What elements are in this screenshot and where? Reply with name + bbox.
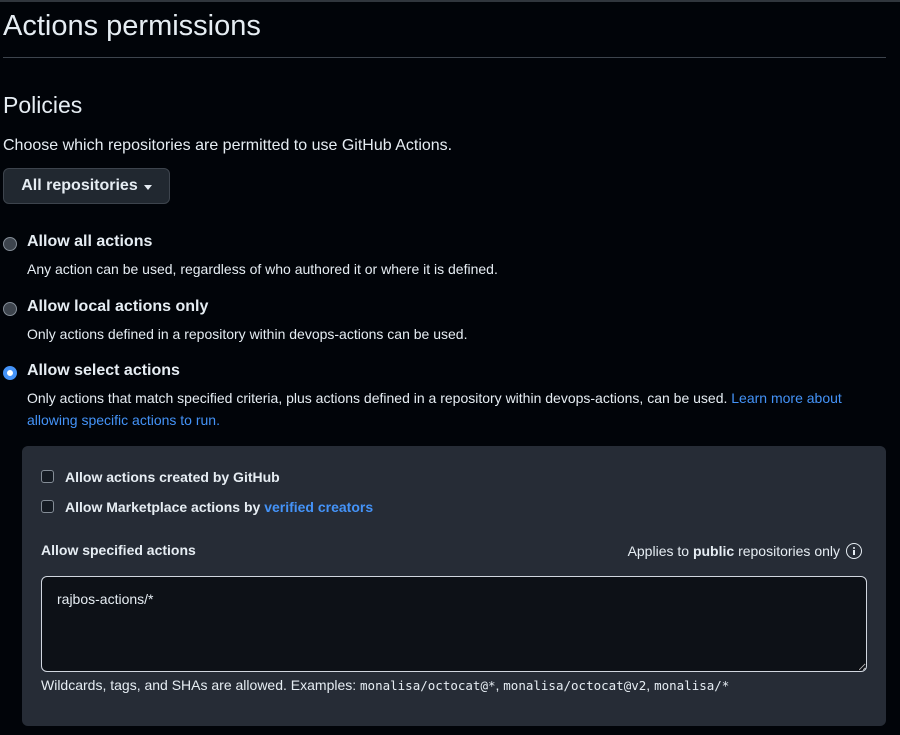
hint-text: Wildcards, tags, and SHAs are allowed. E… [41, 677, 357, 693]
title-divider [3, 57, 886, 58]
section-title: Policies [3, 92, 83, 118]
repositories-dropdown-label: All repositories [21, 177, 138, 194]
policy-help-text: Only actions that match specified criter… [27, 390, 728, 406]
radio-allow-local[interactable] [3, 302, 17, 316]
checkbox-marketplace[interactable] [41, 500, 54, 513]
policy-label: Allow select actions [27, 362, 180, 379]
checkbox-github-actions[interactable] [41, 470, 54, 483]
policy-help: Only actions that match specified criter… [27, 387, 877, 431]
actions-permissions-page: Actions permissions Policies Choose whic… [0, 0, 900, 735]
policy-help: Only actions defined in a repository wit… [27, 326, 468, 342]
page-title: Actions permissions [3, 10, 261, 42]
checkbox-label: Allow Marketplace actions by verified cr… [65, 499, 373, 515]
info-icon[interactable] [846, 543, 862, 559]
section-description: Choose which repositories are permitted … [3, 137, 453, 154]
applies-suffix: repositories only [738, 543, 840, 559]
radio-allow-select[interactable] [3, 366, 17, 380]
applies-note: Applies to public repositories only [628, 543, 862, 559]
marketplace-label-text: Allow Marketplace actions by [65, 499, 261, 515]
radio-allow-all[interactable] [3, 237, 17, 251]
verified-creators-link[interactable]: verified creators [264, 499, 373, 515]
specified-actions-hint: Wildcards, tags, and SHAs are allowed. E… [41, 677, 730, 693]
example-3: monalisa/* [654, 678, 730, 693]
example-2: monalisa/octocat@v2 [503, 678, 647, 693]
policy-label: Allow local actions only [27, 298, 209, 315]
specified-actions-textarea[interactable]: rajbos-actions/* [41, 576, 867, 672]
policy-label: Allow all actions [27, 233, 153, 250]
applies-bold: public [692, 543, 735, 559]
checkbox-label: Allow actions created by GitHub [65, 469, 280, 485]
chevron-down-icon [143, 184, 152, 190]
specified-actions-label: Allow specified actions [41, 542, 196, 558]
repositories-dropdown[interactable]: All repositories [3, 168, 170, 204]
select-actions-panel: Allow actions created by GitHub Allow Ma… [22, 446, 886, 726]
top-divider [0, 0, 900, 2]
applies-text: Applies to public repositories only [628, 543, 840, 559]
policy-help: Any action can be used, regardless of wh… [27, 261, 498, 277]
example-1: monalisa/octocat@* [360, 678, 496, 693]
applies-prefix: Applies to [627, 543, 690, 559]
